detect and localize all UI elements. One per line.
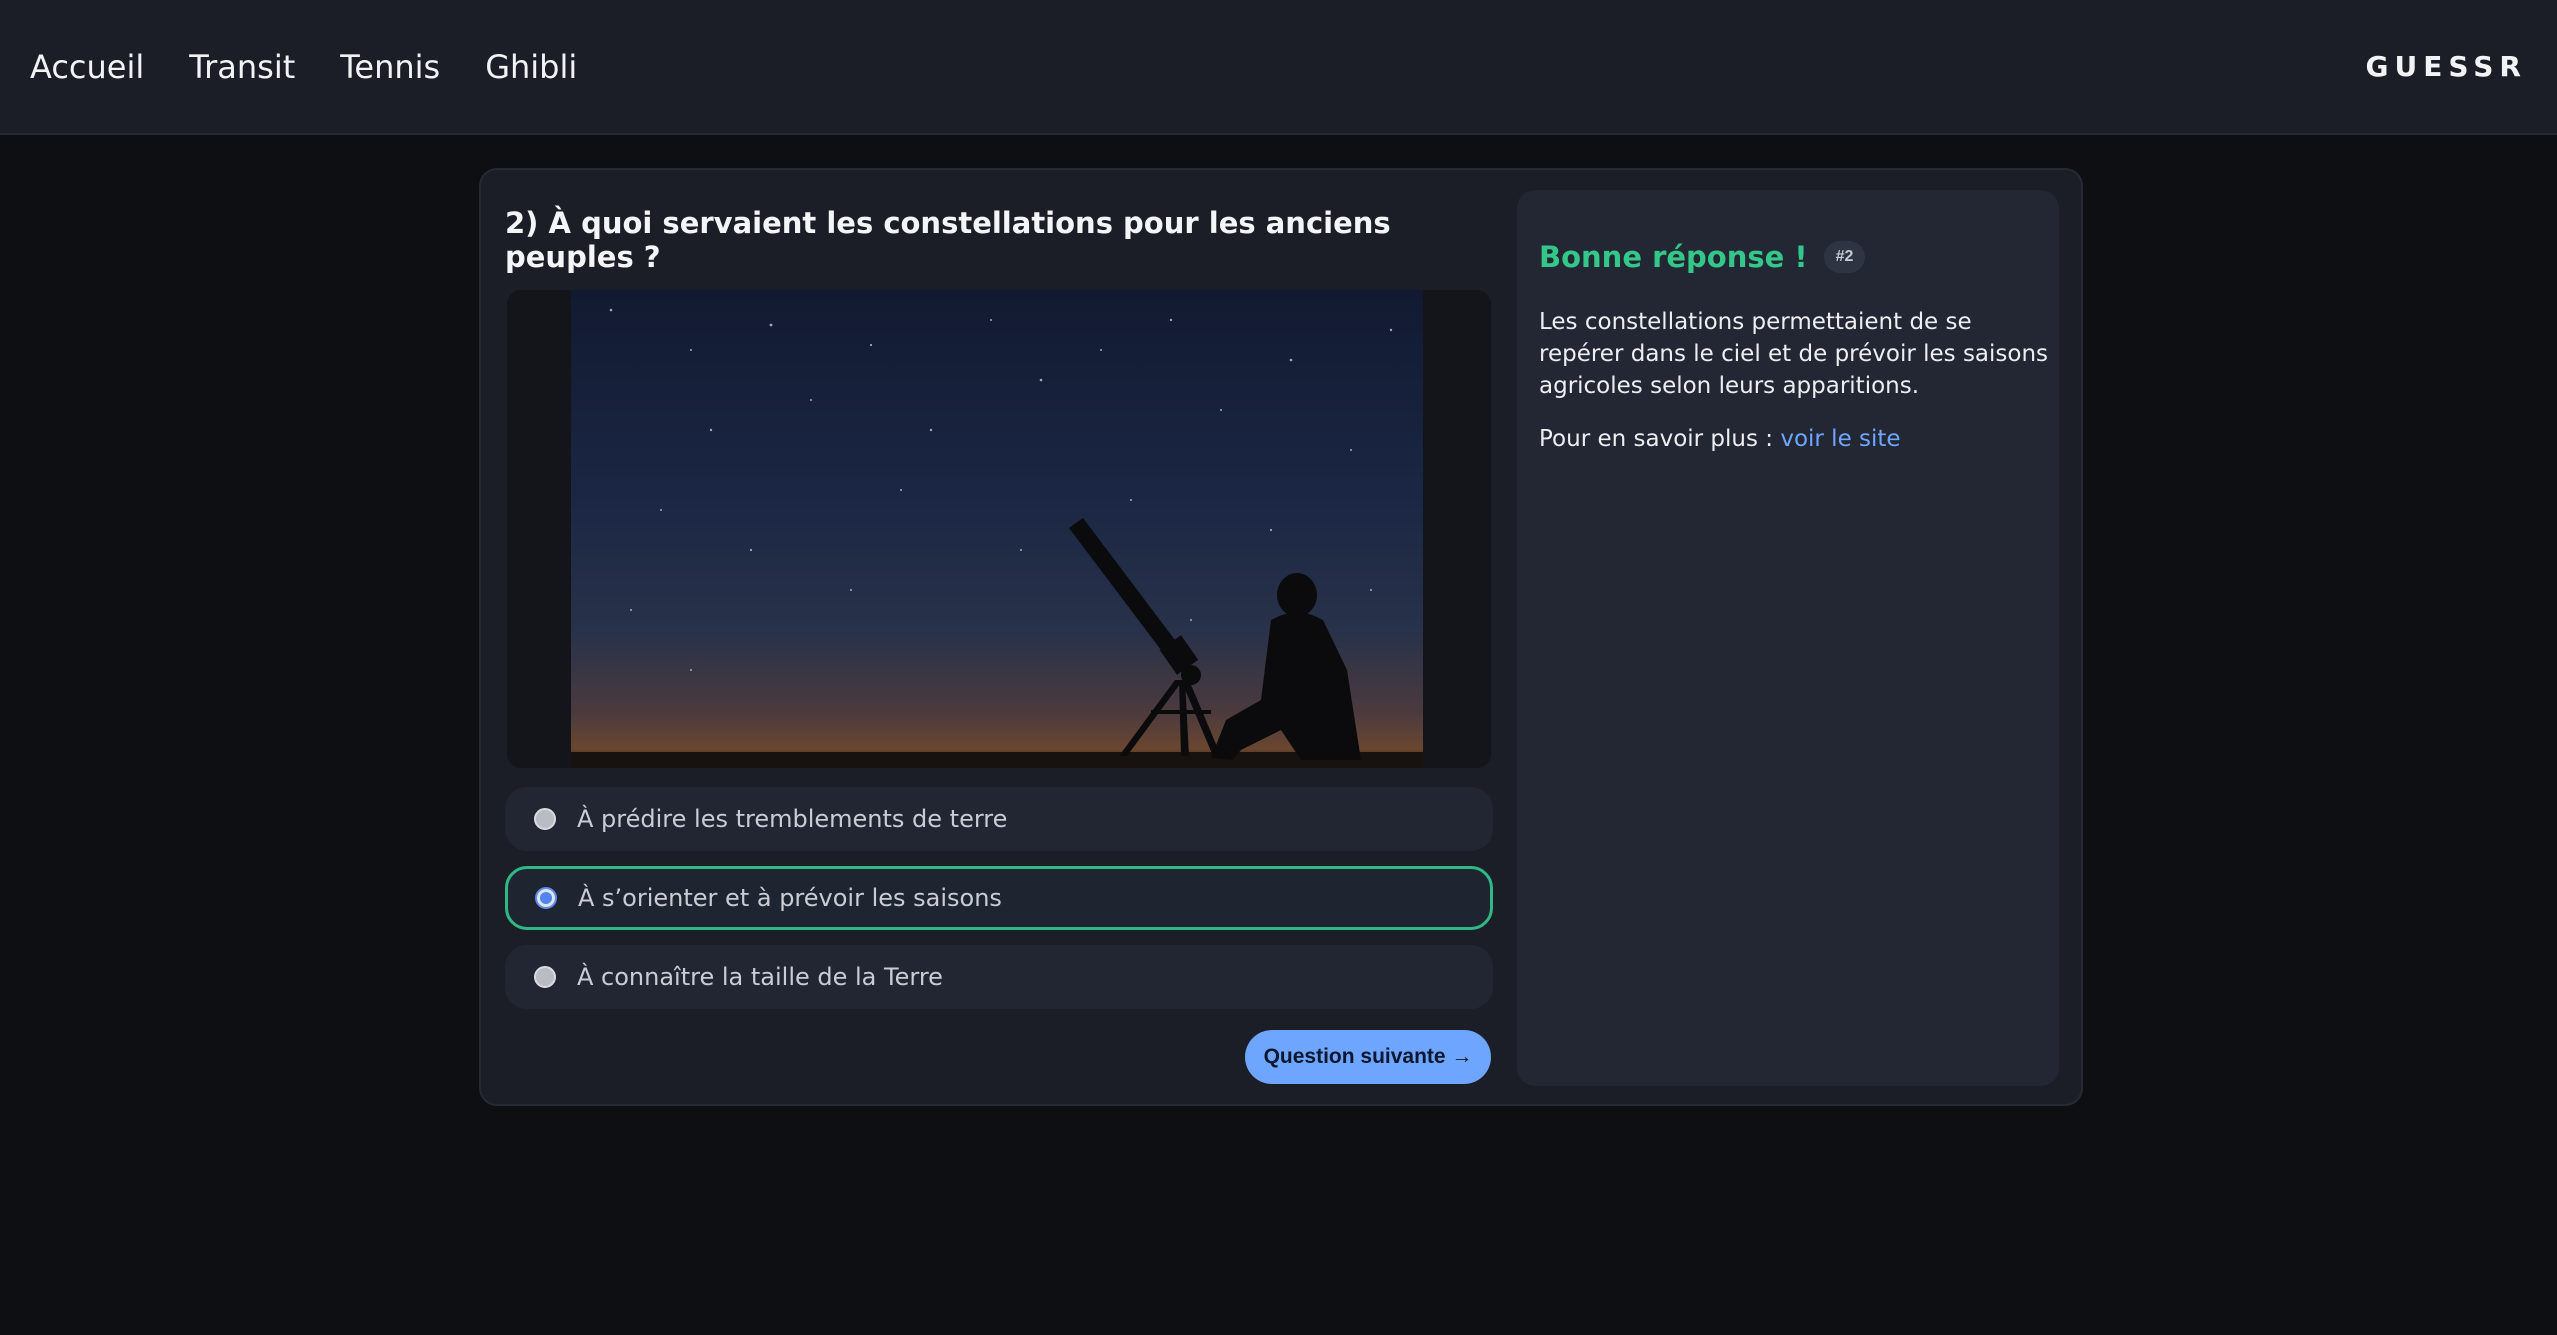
quiz-card: 2) À quoi servaient les constellations p… [479,168,2083,1106]
top-navbar: Accueil Transit Tennis Ghibli GUESSR [0,0,2557,135]
radio-button-checked[interactable] [535,887,557,909]
answer-option-3[interactable]: À connaître la taille de la Terre [505,945,1493,1009]
question-title: 2) À quoi servaient les constellations p… [505,206,1391,274]
brand-logo[interactable]: GUESSR [2366,50,2527,83]
learn-more-line: Pour en savoir plus : voir le site [1539,426,1901,452]
question-number-badge: #2 [1823,241,1866,273]
feedback-explanation: Les constellations permettaient de se re… [1539,309,2049,399]
learn-more-prefix: Pour en savoir plus : [1539,426,1781,452]
answer-option-label: À s’orienter et à prévoir les saisons [578,884,1002,912]
answer-option-label: À prédire les tremblements de terre [577,805,1008,833]
question-image [571,290,1423,768]
nav-accueil[interactable]: Accueil [30,48,144,86]
learn-more-link[interactable]: voir le site [1780,426,1900,452]
nav-transit[interactable]: Transit [189,48,295,86]
radio-button[interactable] [534,808,556,830]
answer-option-1[interactable]: À prédire les tremblements de terre [505,787,1493,851]
nav-tennis[interactable]: Tennis [340,48,440,86]
nav-ghibli[interactable]: Ghibli [485,48,577,86]
feedback-header: Bonne réponse ! #2 [1539,240,1866,274]
answer-option-label: À connaître la taille de la Terre [577,963,943,991]
answer-options: À prédire les tremblements de terre À s’… [505,787,1493,1024]
answer-option-2[interactable]: À s’orienter et à prévoir les saisons [505,866,1493,930]
feedback-title: Bonne réponse ! [1539,240,1808,274]
feedback-panel: Bonne réponse ! #2 Les constellations pe… [1517,190,2059,1086]
next-question-button[interactable]: Question suivante → [1245,1030,1491,1084]
question-image-frame [507,290,1491,768]
radio-button[interactable] [534,966,556,988]
main-nav: Accueil Transit Tennis Ghibli [30,48,577,86]
